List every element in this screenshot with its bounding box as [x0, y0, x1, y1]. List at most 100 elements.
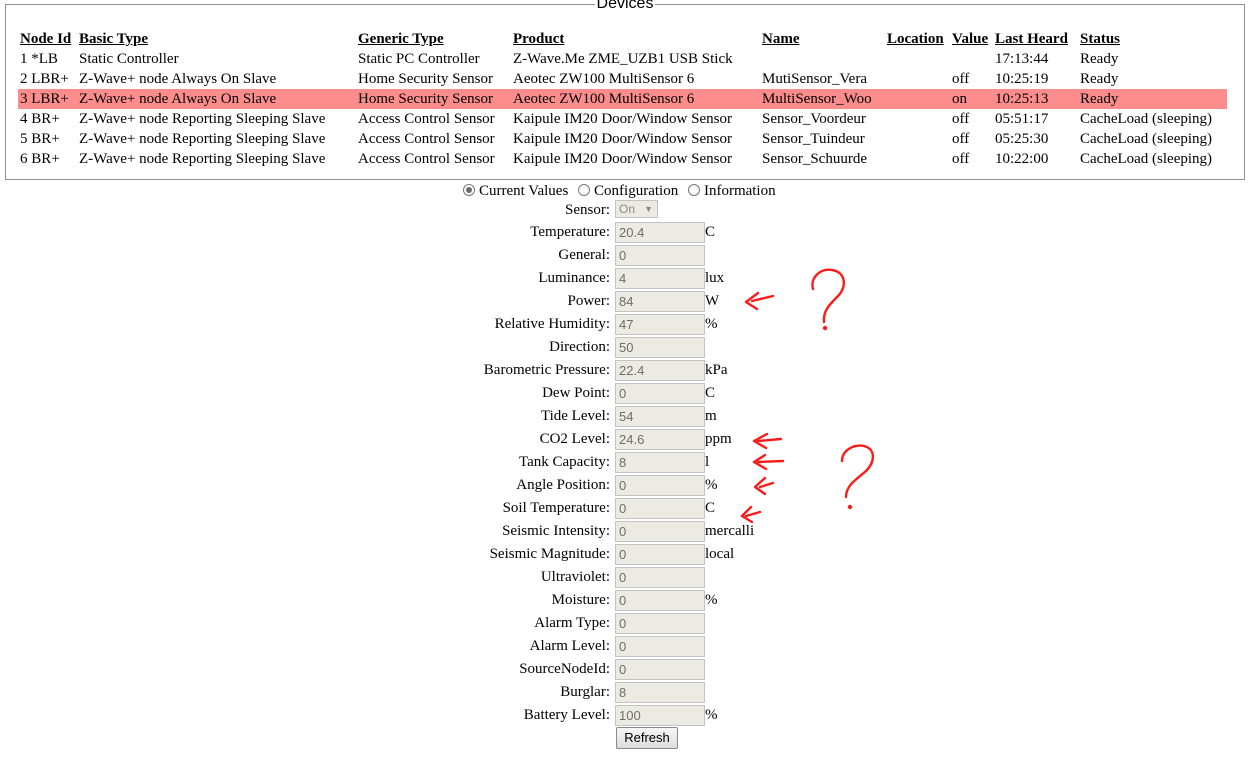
value-field[interactable]: 47 — [615, 314, 705, 335]
cell-value: off — [952, 111, 970, 127]
field-label: Ultraviolet: — [540, 569, 610, 585]
cell-product: Kaipule IM20 Door/Window Sensor — [513, 131, 732, 147]
unit-label: C — [705, 385, 716, 401]
unit-label: C — [705, 224, 716, 240]
cell-last-heard: 05:25:30 — [995, 131, 1049, 147]
field-label: SourceNodeId: — [519, 661, 610, 677]
value-field[interactable]: 24.6 — [615, 429, 705, 450]
value-row: Soil Temperature: 0 C — [0, 497, 1251, 520]
header-location[interactable]: Location — [885, 29, 950, 49]
value-field[interactable]: 0 — [615, 475, 705, 496]
value-field[interactable]: 54 — [615, 406, 705, 427]
value-field[interactable]: 22.4 — [615, 360, 705, 381]
table-row[interactable]: 4 BR+ Z-Wave+ node Reporting Sleeping Sl… — [18, 109, 1227, 129]
radio-unchecked-icon[interactable] — [687, 184, 700, 196]
unit-label: W — [705, 293, 720, 309]
value-field[interactable]: 0 — [615, 567, 705, 588]
field-label: Seismic Magnitude: — [489, 546, 610, 562]
value-row: Seismic Intensity: 0 mercalli — [0, 520, 1251, 543]
current-values-form: Sensor: On ▼ Temperature: 20.4 C General: 0 L… — [0, 199, 1251, 727]
sensor-row: Sensor: On ▼ — [0, 199, 1251, 221]
value-row: Barometric Pressure: 22.4 kPa — [0, 359, 1251, 382]
cell-product: Aeotec ZW100 MultiSensor 6 — [511, 89, 760, 109]
value-row: SourceNodeId: 0 — [0, 658, 1251, 681]
cell-location — [885, 89, 950, 109]
cell-generic-type: Home Security Sensor — [358, 71, 493, 87]
tab-configuration[interactable]: Configuration — [578, 182, 678, 200]
value-field[interactable]: 0 — [615, 498, 705, 519]
field-label: Dew Point: — [542, 385, 610, 401]
value-row: Power: 84 W — [0, 290, 1251, 313]
value-row: General: 0 — [0, 244, 1251, 267]
field-label: Battery Level: — [523, 707, 610, 723]
value-field[interactable]: 20.4 — [615, 222, 705, 243]
cell-product: Kaipule IM20 Door/Window Sensor — [513, 151, 732, 167]
cell-value: on — [950, 89, 993, 109]
cell-node-id: 5 BR+ — [20, 131, 60, 147]
cell-generic-type: Access Control Sensor — [358, 131, 495, 147]
table-row[interactable]: 2 LBR+ Z-Wave+ node Always On Slave Home… — [18, 69, 1227, 89]
value-field[interactable]: 84 — [615, 291, 705, 312]
unit-label: % — [705, 592, 718, 608]
devices-legend: Devices — [594, 0, 656, 12]
value-field[interactable]: 0 — [615, 544, 705, 565]
value-field[interactable]: 0 — [615, 636, 705, 657]
cell-generic-type: Access Control Sensor — [358, 111, 495, 127]
header-last-heard[interactable]: Last Heard — [993, 29, 1078, 49]
value-field[interactable]: 4 — [615, 268, 705, 289]
header-value[interactable]: Value — [950, 29, 993, 49]
value-row: Temperature: 20.4 C — [0, 221, 1251, 244]
cell-basic-type: Static Controller — [79, 51, 179, 67]
cell-location — [885, 49, 950, 69]
header-status[interactable]: Status — [1078, 29, 1227, 49]
value-field[interactable]: 8 — [615, 452, 705, 473]
tab-current-values[interactable]: Current Values — [463, 182, 568, 200]
tab-information[interactable]: Information — [687, 182, 776, 200]
table-row[interactable]: 5 BR+ Z-Wave+ node Reporting Sleeping Sl… — [18, 129, 1227, 149]
cell-basic-type: Z-Wave+ node Reporting Sleeping Slave — [79, 151, 326, 167]
field-label: Relative Humidity: — [494, 316, 610, 332]
header-node-id[interactable]: Node Id — [18, 29, 77, 49]
value-field[interactable]: 0 — [615, 521, 705, 542]
value-field[interactable]: 0 — [615, 590, 705, 611]
cell-value: off — [952, 131, 970, 147]
table-row[interactable]: 6 BR+ Z-Wave+ node Reporting Sleeping Sl… — [18, 149, 1227, 169]
cell-generic-type: Access Control Sensor — [358, 151, 495, 167]
value-field[interactable]: 0 — [615, 659, 705, 680]
table-row[interactable]: 1 *LB Static Controller Static PC Contro… — [18, 49, 1227, 69]
cell-status: Ready — [1080, 71, 1119, 87]
field-label: General: — [558, 247, 610, 263]
unit-label: kPa — [705, 362, 728, 378]
header-name[interactable]: Name — [760, 29, 885, 49]
cell-last-heard: 10:25:19 — [995, 71, 1049, 87]
sensor-label: Sensor: — [565, 202, 610, 218]
cell-status: Ready — [1078, 89, 1227, 109]
field-label: CO2 Level: — [539, 431, 610, 447]
radio-checked-icon[interactable] — [463, 184, 475, 196]
value-field[interactable]: 100 — [615, 705, 705, 726]
header-product[interactable]: Product — [511, 29, 760, 49]
value-field[interactable]: 50 — [615, 337, 705, 358]
cell-name: Sensor_Schuurde — [762, 151, 867, 167]
cell-name: MultiSensor_Woo — [760, 89, 885, 109]
value-row: Moisture: 0% — [0, 589, 1251, 612]
header-basic-type[interactable]: Basic Type — [77, 29, 356, 49]
value-field[interactable]: 0 — [615, 245, 705, 266]
refresh-button[interactable]: Refresh — [616, 727, 678, 749]
field-label: Tank Capacity: — [518, 454, 610, 470]
cell-status: CacheLoad (sleeping) — [1080, 151, 1213, 167]
value-field[interactable]: 0 — [615, 613, 705, 634]
cell-basic-type: Z-Wave+ node Always On Slave — [77, 89, 356, 109]
sensor-select[interactable]: On ▼ — [615, 200, 658, 218]
header-generic-type[interactable]: Generic Type — [356, 29, 511, 49]
field-label: Angle Position: — [516, 477, 610, 493]
cell-product: Z-Wave.Me ZME_UZB1 USB Stick — [513, 51, 733, 67]
value-row: Dew Point: 0 C — [0, 382, 1251, 405]
value-field[interactable]: 8 — [615, 682, 705, 703]
radio-unchecked-icon[interactable] — [578, 184, 591, 196]
field-label: Alarm Level: — [529, 638, 610, 654]
table-row-selected[interactable]: 3 LBR+ Z-Wave+ node Always On Slave Home… — [18, 89, 1227, 109]
unit-label: m — [705, 408, 717, 424]
cell-location — [885, 149, 950, 169]
value-field[interactable]: 0 — [615, 383, 705, 404]
